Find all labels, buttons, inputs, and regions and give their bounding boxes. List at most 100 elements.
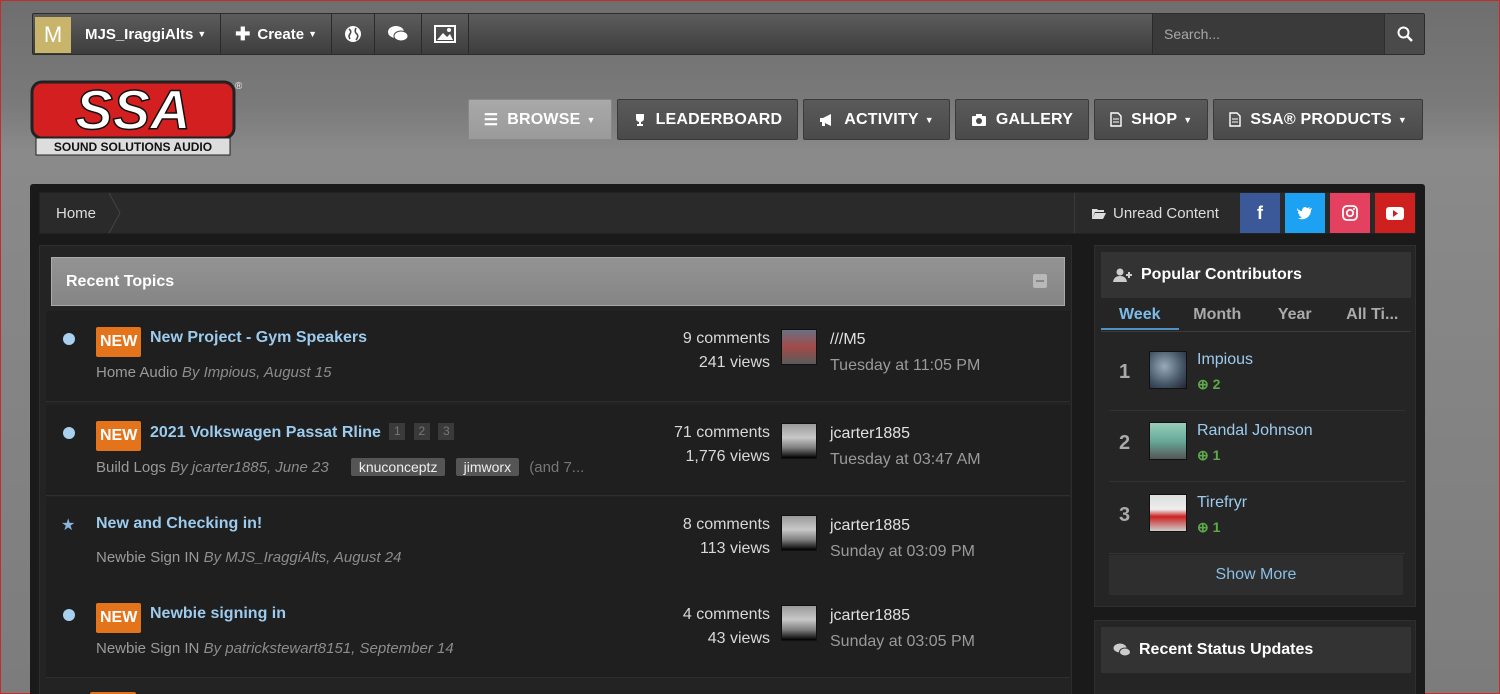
panel-title: Recent Topics xyxy=(66,272,175,290)
reputation-value: 1 xyxy=(1212,519,1221,535)
topic-forum[interactable]: Build Logs xyxy=(96,459,166,476)
avatar[interactable] xyxy=(781,329,817,365)
topic-row[interactable]: ★ New and Checking in! Newbie Sign IN By… xyxy=(46,497,1070,588)
topic-forum[interactable]: Home Audio xyxy=(96,364,178,381)
nav-shop[interactable]: SHOP ▼ xyxy=(1094,99,1209,140)
nav-ssa-products[interactable]: SSA® PRODUCTS ▼ xyxy=(1213,99,1423,140)
view-count: 113 views xyxy=(700,540,770,557)
facebook-button[interactable]: f xyxy=(1240,193,1280,233)
list-icon: ☰ xyxy=(483,111,499,129)
nav-label: GALLERY xyxy=(995,110,1074,128)
nav-label: SSA® PRODUCTS xyxy=(1250,110,1392,128)
folder-open-icon xyxy=(1092,208,1106,219)
username: MJS_IraggiAlts xyxy=(85,25,194,43)
contributor-name[interactable]: Impious xyxy=(1197,351,1253,369)
topic-forum[interactable]: Newbie Sign IN xyxy=(96,640,199,657)
unread-content-link[interactable]: Unread Content xyxy=(1074,193,1234,233)
avatar[interactable] xyxy=(781,605,817,641)
topic-byline: By jcarter1885, June 23 xyxy=(170,459,329,476)
last-post: jcarter1885 Sunday at 03:05 PM xyxy=(830,603,975,655)
topic-title-wrap: 2021 Volkswagen Passat Rline 1 2 3 xyxy=(150,423,455,442)
avatar[interactable] xyxy=(781,423,817,459)
content-area: Home Unread Content f Recent Topics NEW xyxy=(30,184,1425,694)
document-icon xyxy=(1229,112,1242,127)
last-poster[interactable]: jcarter1885 xyxy=(830,513,975,539)
tag[interactable]: jimworx xyxy=(455,458,520,476)
topic-title[interactable]: 2021 Volkswagen Passat Rline xyxy=(150,424,381,441)
tab-month[interactable]: Month xyxy=(1179,300,1257,330)
plus-circle-icon: ⊕ xyxy=(1197,376,1209,392)
create-menu[interactable]: ✚ Create ▼ xyxy=(221,14,333,54)
tag[interactable]: knuconceptz xyxy=(350,458,446,476)
last-post-time[interactable]: Sunday at 03:09 PM xyxy=(830,539,975,565)
show-more-button[interactable]: Show More xyxy=(1109,555,1403,595)
trophy-icon xyxy=(635,113,644,126)
tags-more: (and 7... xyxy=(529,459,585,476)
view-count: 241 views xyxy=(698,354,770,371)
star-icon: ★ xyxy=(61,517,76,534)
tab-week[interactable]: Week xyxy=(1101,300,1179,330)
messages-button[interactable] xyxy=(375,14,423,54)
contributor-name[interactable]: Randal Johnson xyxy=(1197,422,1313,440)
search-input[interactable] xyxy=(1153,26,1383,42)
topic-stats: 8 comments 113 views xyxy=(683,513,770,561)
instagram-button[interactable] xyxy=(1330,193,1370,233)
contributor-name[interactable]: Tirefryr xyxy=(1197,494,1247,512)
search-icon xyxy=(1397,26,1413,42)
topic-row[interactable]: NEW New Project - Gym Speakers Home Audi… xyxy=(46,311,1070,402)
search-box xyxy=(1152,14,1424,54)
last-post-time[interactable]: Tuesday at 03:47 AM xyxy=(830,447,981,473)
reputation-value: 2 xyxy=(1212,376,1221,392)
reputation: ⊕ 1 xyxy=(1197,447,1220,464)
last-post: ///M5 Tuesday at 11:05 PM xyxy=(830,327,980,379)
tab-all-time[interactable]: All Ti... xyxy=(1334,300,1412,330)
page-link[interactable]: 3 xyxy=(438,423,455,440)
plus-circle-icon: ⊕ xyxy=(1197,519,1209,535)
nav-activity[interactable]: ACTIVITY ▼ xyxy=(803,99,950,140)
recent-topics-panel: Recent Topics NEW New Project - Gym Spea… xyxy=(39,245,1072,694)
last-post-time[interactable]: Sunday at 03:05 PM xyxy=(830,629,975,655)
avatar[interactable] xyxy=(1149,422,1187,460)
last-poster[interactable]: jcarter1885 xyxy=(830,603,975,629)
youtube-button[interactable] xyxy=(1375,193,1415,233)
unread-dot-icon xyxy=(63,333,75,345)
avatar[interactable] xyxy=(1149,351,1187,389)
avatar[interactable] xyxy=(1149,494,1187,532)
site-logo[interactable]: SSA SOUND SOLUTIONS AUDIO ® xyxy=(30,77,243,158)
chevron-down-icon: ▼ xyxy=(1183,114,1193,125)
last-poster[interactable]: jcarter1885 xyxy=(830,421,981,447)
nav-browse[interactable]: ☰ BROWSE ▼ xyxy=(467,99,612,140)
topic-title[interactable]: New Project - Gym Speakers xyxy=(150,329,367,347)
twitter-button[interactable] xyxy=(1285,193,1325,233)
logo-registered: ® xyxy=(235,81,242,92)
topic-forum[interactable]: Newbie Sign IN xyxy=(96,549,199,566)
media-button[interactable] xyxy=(422,14,470,54)
globe-button[interactable] xyxy=(332,14,376,54)
avatar[interactable]: M xyxy=(35,17,71,53)
page-link[interactable]: 1 xyxy=(389,423,406,440)
topic-stats: 71 comments 1,776 views xyxy=(674,421,770,469)
user-menu[interactable]: MJS_IraggiAlts ▼ xyxy=(71,14,222,54)
topic-row[interactable]: NEW 2021 Volkswagen Passat Rline 1 2 3 B… xyxy=(46,405,1070,496)
last-post-time[interactable]: Tuesday at 11:05 PM xyxy=(830,353,980,379)
topic-stats: 4 comments 43 views xyxy=(683,603,770,651)
unread-dot-icon xyxy=(63,609,75,621)
nav-leaderboard[interactable]: LEADERBOARD xyxy=(616,99,799,140)
page-link[interactable]: 2 xyxy=(413,423,430,440)
avatar[interactable] xyxy=(781,515,817,551)
contributor-row: 3 Tirefryr ⊕ 1 xyxy=(1109,484,1405,554)
topic-title[interactable]: New and Checking in! xyxy=(96,515,262,533)
widget-header: Recent Status Updates xyxy=(1101,627,1411,673)
document-icon xyxy=(1110,112,1122,127)
contributor-row: 1 Impious ⊕ 2 xyxy=(1109,341,1405,411)
topic-row[interactable]: NEW Newbie signing in Newbie Sign IN By … xyxy=(46,587,1070,678)
search-button[interactable] xyxy=(1384,14,1424,54)
nav-gallery[interactable]: GALLERY xyxy=(954,99,1090,140)
topic-meta: Newbie Sign IN By patrickstewart8151, Se… xyxy=(96,640,454,657)
collapse-icon[interactable] xyxy=(1033,274,1047,288)
last-poster[interactable]: ///M5 xyxy=(830,327,980,353)
new-badge: NEW xyxy=(96,421,142,451)
topic-title[interactable]: Newbie signing in xyxy=(150,605,286,623)
tab-year[interactable]: Year xyxy=(1256,300,1334,330)
nav-label: BROWSE xyxy=(507,110,581,128)
